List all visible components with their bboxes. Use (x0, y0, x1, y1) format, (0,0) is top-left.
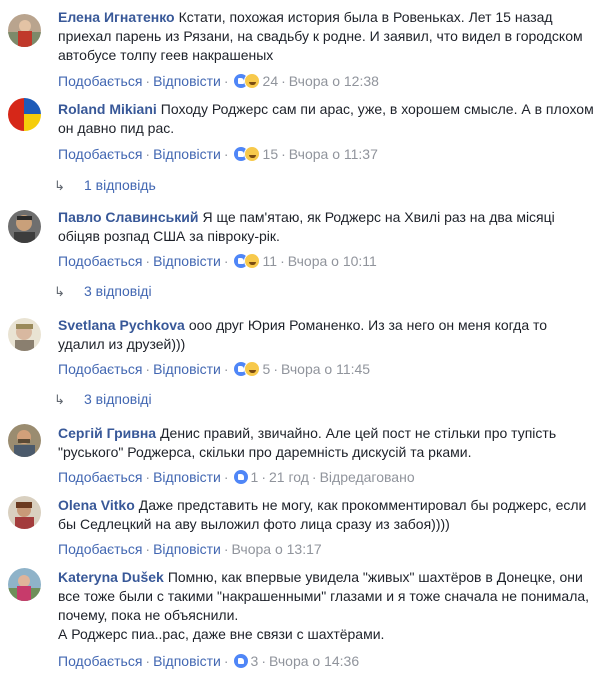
like-link[interactable]: Подобається (58, 653, 142, 669)
like-link[interactable]: Подобається (58, 541, 142, 557)
comment-text: Svetlana Pychkova ооо друг Юрия Романенко… (58, 317, 548, 352)
timestamp[interactable]: Вчора о 10:11 (288, 253, 377, 269)
comment-actions: Подобається · Відповісти · 15 · Вчора о 11:37 (58, 145, 378, 163)
reply-link[interactable]: Відповісти (153, 653, 221, 669)
avatar[interactable] (8, 98, 41, 131)
reaction-count[interactable]: 11 (263, 253, 278, 269)
avatar[interactable] (8, 210, 41, 243)
avatar[interactable] (8, 424, 41, 457)
reply-link[interactable]: Відповісти (153, 361, 221, 377)
reaction-count[interactable]: 5 (263, 361, 271, 377)
like-link[interactable]: Подобається (58, 253, 142, 269)
author-name[interactable]: Елена Игнатенко (58, 9, 175, 25)
avatar[interactable] (8, 14, 41, 47)
reaction-count[interactable]: 24 (263, 73, 279, 89)
reply-arrow-icon: ↳ (54, 178, 65, 193)
reply-link[interactable]: Відповісти (153, 146, 221, 162)
reactions[interactable] (232, 468, 249, 486)
comment-text: Roland Mikiani Походу Роджерс сам пи арас… (58, 101, 594, 136)
view-replies-link[interactable]: ↳ 3 відповіді (54, 390, 152, 409)
view-replies-link[interactable]: ↳ 3 відповіді (54, 282, 152, 301)
reactions[interactable] (232, 652, 249, 670)
timestamp[interactable]: Вчора о 12:38 (289, 73, 379, 89)
like-reaction-icon (232, 469, 249, 485)
reactions[interactable] (232, 252, 261, 270)
reply-link[interactable]: Відповісти (153, 469, 221, 485)
reply-link[interactable]: Відповісти (153, 541, 221, 557)
avatar[interactable] (8, 568, 41, 601)
avatar[interactable] (8, 318, 41, 351)
timestamp[interactable]: 21 год (269, 469, 309, 485)
timestamp[interactable]: Вчора о 11:45 (281, 361, 370, 377)
timestamp[interactable]: Вчора о 13:17 (232, 541, 322, 557)
comment-actions: Подобається · Відповісти · 24 · Вчора о 12:38 (58, 72, 379, 90)
haha-reaction-icon (243, 146, 260, 162)
reply-link[interactable]: Відповісти (153, 73, 221, 89)
reactions[interactable] (232, 72, 261, 90)
reaction-count[interactable]: 3 (251, 653, 259, 669)
comment-text: Сергій Гривна Денис правий, звичайно. Але… (58, 425, 557, 460)
reactions[interactable] (232, 360, 261, 378)
edited-label[interactable]: Відредаговано (320, 469, 415, 485)
avatar[interactable] (8, 496, 41, 529)
author-name[interactable]: Svetlana Pychkova (58, 317, 185, 333)
like-link[interactable]: Подобається (58, 73, 142, 89)
author-name[interactable]: Kateryna Dušek (58, 569, 164, 585)
timestamp[interactable]: Вчора о 11:37 (289, 146, 378, 162)
reaction-count[interactable]: 15 (263, 146, 279, 162)
like-link[interactable]: Подобається (58, 361, 142, 377)
reply-arrow-icon: ↳ (54, 392, 65, 407)
author-name[interactable]: Olena Vitko (58, 497, 135, 513)
comment-actions: Подобається · Відповісти · 11 · Вчора о 10:11 (58, 252, 377, 270)
like-link[interactable]: Подобається (58, 469, 142, 485)
like-link[interactable]: Подобається (58, 146, 142, 162)
reactions[interactable] (232, 145, 261, 163)
timestamp[interactable]: Вчора о 14:36 (269, 653, 359, 669)
author-name[interactable]: Roland Mikiani (58, 101, 157, 117)
comment-text: Елена Игнатенко Кстати, похожая история б… (58, 9, 583, 63)
comment-actions: Подобається · Відповісти · 1 · 21 год · Відредаг… (58, 468, 415, 486)
like-reaction-icon (232, 653, 249, 669)
view-replies-link[interactable]: ↳ 1 відповідь (54, 176, 156, 195)
reply-arrow-icon: ↳ (54, 284, 65, 299)
haha-reaction-icon (243, 253, 260, 269)
reaction-count[interactable]: 1 (251, 469, 259, 485)
haha-reaction-icon (243, 73, 260, 89)
comment-actions: Подобається · Відповісти · Вчора о 13:17 (58, 541, 322, 557)
comment-actions: Подобається · Відповісти · 5 · Вчора о 11:45 (58, 360, 371, 378)
author-name[interactable]: Павло Славинський (58, 209, 199, 225)
reply-link[interactable]: Відповісти (153, 253, 221, 269)
comment-text: Olena Vitko Даже представить не могу, как… (58, 497, 587, 532)
haha-reaction-icon (243, 361, 260, 377)
comment-actions: Подобається · Відповісти · 3 · Вчора о 14:36 (58, 652, 360, 670)
comment-text: Павло Славинський Я ще пам'ятаю, як Родже… (58, 209, 555, 244)
comment-text: Kateryna Dušek Помню, как впервые увидела… (58, 569, 590, 623)
comment-text-paragraph: А Роджерс пиа..рас, даже вне связи с шах… (58, 626, 385, 642)
author-name[interactable]: Сергій Гривна (58, 425, 156, 441)
